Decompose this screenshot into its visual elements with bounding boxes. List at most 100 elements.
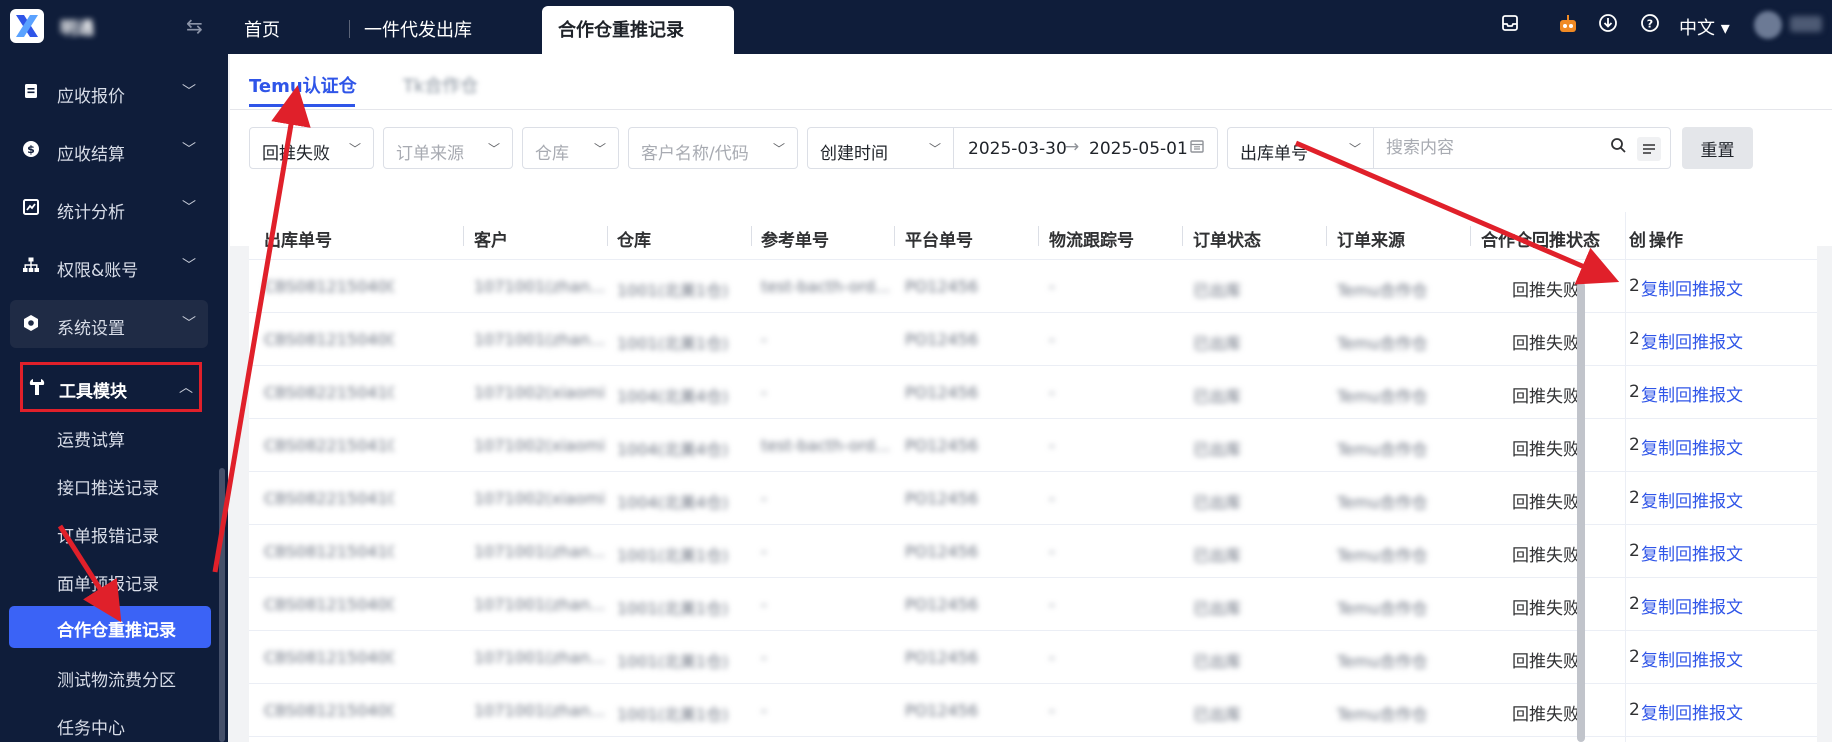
customer-cell: 1071001(zhan... [474,277,604,296]
copy-push-message-link[interactable]: 复制回推报文 [1641,593,1743,618]
column-header: 物流跟踪号 [1049,231,1134,251]
calendar-icon [1189,138,1205,159]
column-header: 客户 [474,231,508,251]
tracking-cell: - [1049,436,1055,455]
sidebar-item-receivable-settlement[interactable]: $ 应收结算 ﹀ [10,126,208,174]
date-range-picker[interactable]: 2025-03-30 → 2025-05-01 [954,127,1218,169]
tracking-cell: - [1049,542,1055,561]
tracking-cell: - [1049,330,1055,349]
sidebar-item-label: 应收报价 [57,87,125,107]
download-icon[interactable] [1598,13,1618,38]
sidebar-item-receivable-quote[interactable]: 应收报价 ﹀ [10,68,208,116]
user-name[interactable]: pm [1790,16,1822,32]
table-scrollbar[interactable] [1577,282,1585,742]
search-field-value: 出库单号 [1240,144,1308,164]
search-icon[interactable] [1610,137,1627,159]
search-input[interactable] [1374,128,1604,168]
order-no-cell: CBS0822150410095 [264,489,394,508]
order-status-cell: 已出库 [1193,440,1242,459]
sidebar-subitem-task-center[interactable]: 任务中心 [57,714,125,739]
sidebar-item-tools[interactable]: 工具模块 ︿ [20,362,202,412]
column-header: 订单来源 [1337,231,1405,251]
copy-push-message-link[interactable]: 复制回推报文 [1641,275,1743,300]
customer-placeholder: 客户名称/代码 [641,144,749,164]
order-status-cell: 已出库 [1193,493,1242,512]
help-icon[interactable]: ? [1640,13,1660,38]
brand-name: 明通 [60,19,94,39]
order-status-cell: 已出库 [1193,705,1242,724]
filter-lines-icon[interactable] [1637,137,1661,161]
inbox-icon[interactable] [1500,13,1520,38]
app-logo[interactable] [10,9,44,43]
tab-tk-partner-warehouse[interactable]: Tk合作仓 [403,72,478,98]
customer-select[interactable]: 客户名称/代码 ﹀ [628,127,798,169]
sidebar-subitem-order-error-records[interactable]: 订单报错记录 [57,522,159,547]
sidebar-subitem-partner-repush-records[interactable]: 合作仓重推记录 [9,606,211,648]
push-status-cell: 回推失败 [1512,281,1580,301]
push-status-cell: 回推失败 [1512,440,1580,460]
copy-push-message-link[interactable]: 复制回推报文 [1641,646,1743,671]
order-source-cell: Temu合作仓 [1337,440,1428,459]
reset-button[interactable]: 重置 [1682,127,1753,169]
copy-push-message-link[interactable]: 复制回推报文 [1641,328,1743,353]
order-source-cell: Temu合作仓 [1337,493,1428,512]
column-header: 出库单号 [264,231,332,251]
copy-push-message-link[interactable]: 复制回推报文 [1641,487,1743,512]
sidebar-item-system-settings[interactable]: 系统设置 ﹀ [10,300,208,348]
column-divider [463,226,464,246]
time-type-select[interactable]: 创建时间 ﹀ [807,127,954,169]
order-source-placeholder: 订单来源 [396,144,464,164]
platform-no-cell: PO12456 [905,648,979,667]
robot-icon[interactable] [1557,13,1579,40]
chevron-down-icon: ﹀ [182,84,196,100]
created-cell: 2 [1629,700,1640,720]
status-select[interactable]: 回推失败 ﹀ [249,127,374,169]
org-icon [22,256,42,276]
sidebar-item-label: 统计分析 [57,203,125,223]
copy-push-message-link[interactable]: 复制回推报文 [1641,699,1743,724]
column-header: 创 [1629,231,1646,251]
switch-arrows-icon[interactable]: ⇆ [186,14,203,38]
created-cell: 2 [1629,594,1640,614]
sidebar-subitem-label-forecast-records[interactable]: 面单预报记录 [57,570,159,595]
column-header: 仓库 [617,231,651,251]
chevron-down-icon: ﹀ [1348,142,1361,156]
copy-push-message-link[interactable]: 复制回推报文 [1641,381,1743,406]
sidebar-subitem-api-push-records[interactable]: 接口推送记录 [57,474,159,499]
column-divider [894,226,895,246]
tab-temu-certified-warehouse[interactable]: Temu认证仓 [249,72,357,107]
copy-push-message-link[interactable]: 复制回推报文 [1641,540,1743,565]
tab-dropship-outbound[interactable]: 一件代发出库 [364,0,472,54]
sidebar-subitem-test-logistics-zones[interactable]: 测试物流费分区 [57,666,176,691]
avatar[interactable] [1754,11,1782,39]
push-status-cell: 回推失败 [1512,546,1580,566]
order-source-cell: Temu合作仓 [1337,281,1428,300]
created-cell: 2 [1629,382,1640,402]
customer-cell: 1071001(zhan... [474,595,604,614]
tracking-cell: - [1049,489,1055,508]
time-type-value: 创建时间 [820,144,888,164]
chevron-down-icon: ﹀ [182,200,196,216]
order-source-cell: Temu合作仓 [1337,387,1428,406]
order-source-select[interactable]: 订单来源 ﹀ [383,127,513,169]
order-status-cell: 已出库 [1193,546,1242,565]
created-cell: 2 [1629,435,1640,455]
sidebar-subitem-label: 合作仓重推记录 [57,621,176,641]
sidebar-item-permissions[interactable]: 权限&账号 ﹀ [10,242,208,290]
sidebar-scrollbar[interactable] [219,468,225,742]
search-field-select[interactable]: 出库单号 ﹀ [1227,127,1374,169]
tab-home[interactable]: 首页 [244,0,280,54]
warehouse-select[interactable]: 仓库 ﹀ [522,127,619,169]
order-source-cell: Temu合作仓 [1337,705,1428,724]
order-status-cell: 已出库 [1193,599,1242,618]
customer-cell: 1071001(zhan... [474,648,604,667]
language-selector[interactable]: 中文 ▾ [1679,14,1730,40]
sidebar-item-label: 工具模块 [59,382,127,402]
ref-no-cell: - [761,648,767,667]
sidebar-subitem-freight-calc[interactable]: 运费试算 [57,426,125,451]
order-no-cell: CBS0822150410097 [264,436,394,455]
sidebar-item-statistics[interactable]: 统计分析 ﹀ [10,184,208,232]
tab-partner-repush-records[interactable]: 合作仓重推记录 [542,6,734,54]
copy-push-message-link[interactable]: 复制回推报文 [1641,434,1743,459]
ref-no-cell: - [761,489,767,508]
